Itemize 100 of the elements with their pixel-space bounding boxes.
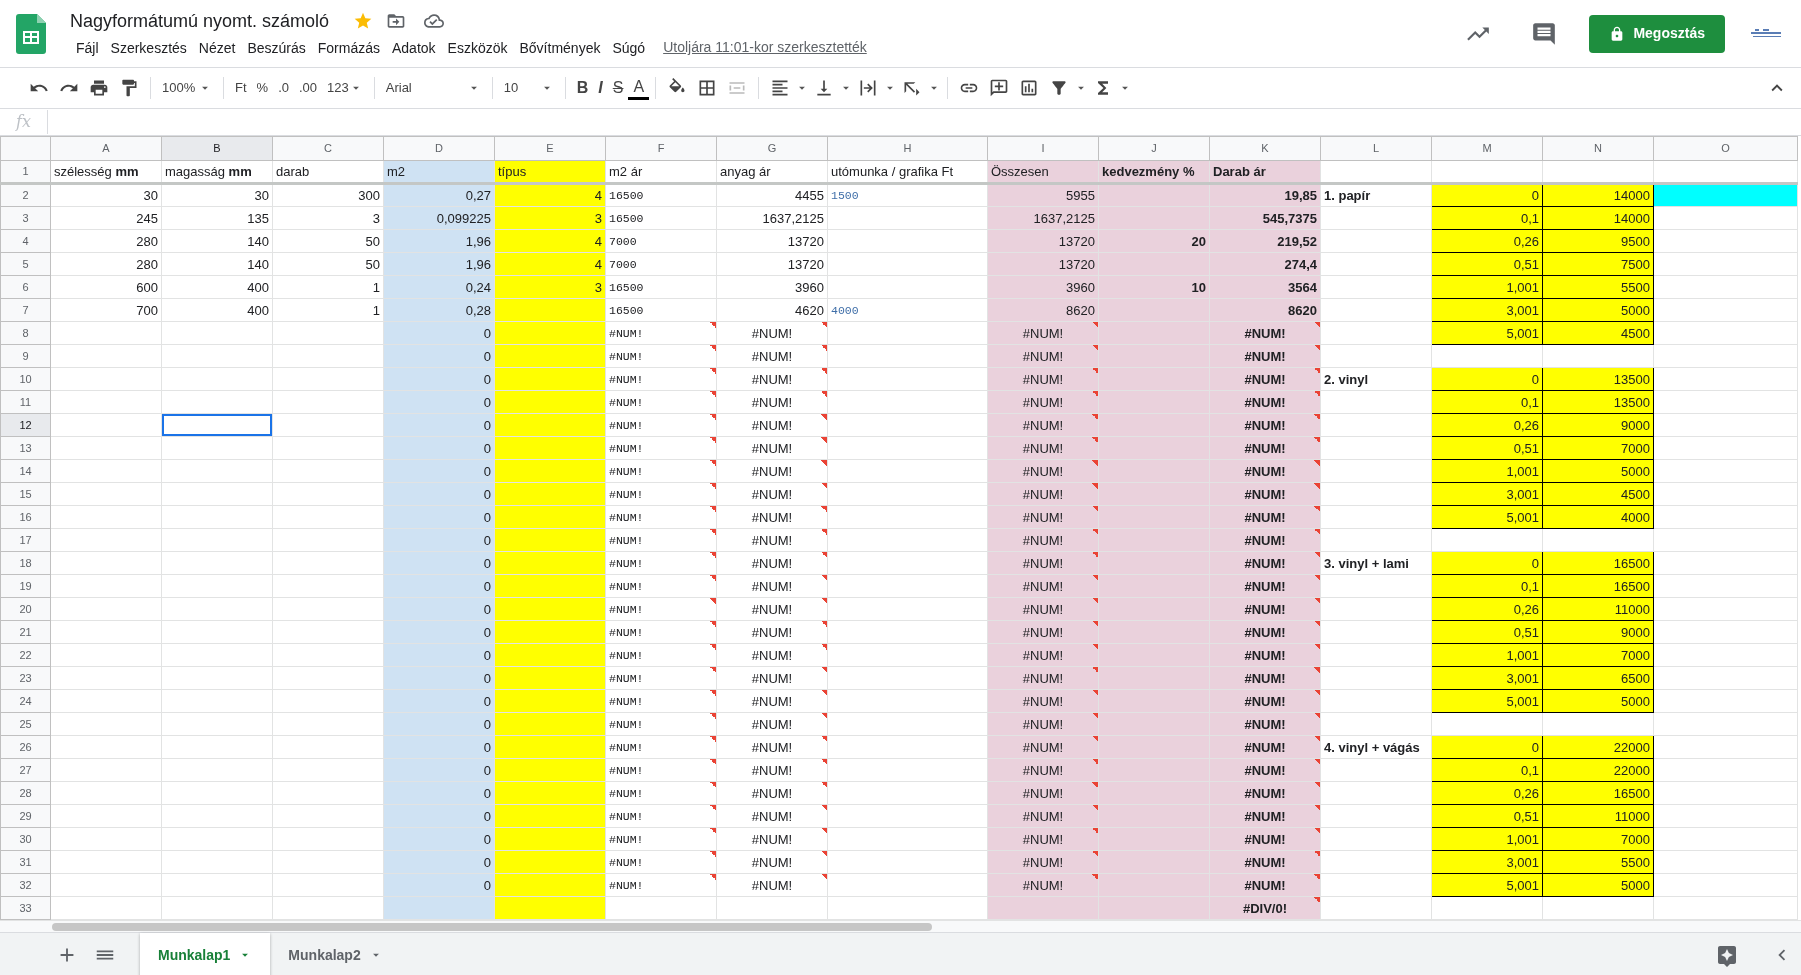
row-header[interactable]: 28 — [0, 781, 51, 805]
sheet-tab[interactable]: Munkalap2 — [270, 932, 401, 975]
row-header[interactable]: 11 — [0, 390, 51, 414]
row-header[interactable]: 24 — [0, 689, 51, 713]
percent-button[interactable]: % — [251, 76, 274, 100]
increase-decimals-button[interactable]: .00 — [293, 76, 323, 100]
zoom-dropdown[interactable]: 100% — [157, 76, 217, 100]
comment-icon[interactable] — [1531, 20, 1558, 47]
row-header[interactable]: 20 — [0, 597, 51, 621]
row-header[interactable]: 13 — [0, 436, 51, 460]
row-header[interactable]: 16 — [0, 505, 51, 529]
column-header[interactable]: B — [161, 136, 273, 161]
menu-item[interactable]: Nézet — [192, 37, 242, 58]
menu-item[interactable]: Beszúrás — [241, 37, 312, 58]
table-cell: 5,001 — [1431, 689, 1543, 713]
row-header[interactable]: 15 — [0, 482, 51, 506]
row-header[interactable]: 29 — [0, 804, 51, 828]
row-header[interactable]: 33 — [0, 896, 51, 920]
table-cell: #NUM! — [1209, 574, 1321, 598]
column-header[interactable]: I — [987, 136, 1099, 161]
chart-icon[interactable] — [1019, 78, 1040, 98]
column-header[interactable]: E — [494, 136, 606, 161]
row-header[interactable]: 4 — [0, 229, 51, 253]
menu-item[interactable]: Bővítmények — [513, 37, 607, 58]
folder-icon[interactable] — [386, 11, 407, 31]
menu-item[interactable]: Formázás — [311, 37, 386, 58]
column-header[interactable]: H — [827, 136, 988, 161]
column-header[interactable]: G — [716, 136, 828, 161]
column-header[interactable]: K — [1209, 136, 1321, 161]
table-cell: #NUM! — [1209, 321, 1321, 345]
font-dropdown[interactable]: Arial — [380, 76, 486, 100]
menu-item[interactable]: Szerkesztés — [104, 37, 193, 58]
decrease-decimals-button[interactable]: .0 — [273, 76, 294, 100]
row-header[interactable]: 19 — [0, 574, 51, 598]
row-header[interactable]: 6 — [0, 275, 51, 299]
column-header[interactable]: O — [1653, 136, 1798, 161]
font-size-dropdown[interactable]: 10 — [498, 76, 559, 100]
menu-item[interactable]: Súgó — [606, 37, 652, 58]
share-button[interactable]: Megosztás — [1589, 14, 1725, 53]
column-header[interactable]: C — [272, 136, 384, 161]
last-edit-link[interactable]: Utoljára 11:01-kor szerkesztették — [663, 37, 867, 58]
table-cell: 3,001 — [1431, 298, 1543, 322]
paint-format-icon[interactable] — [119, 78, 139, 98]
number-format-dropdown[interactable]: 123 — [322, 76, 368, 100]
column-header[interactable]: D — [383, 136, 495, 161]
row-header[interactable]: 18 — [0, 551, 51, 575]
row-header[interactable]: 2 — [0, 183, 51, 207]
row-header[interactable]: 12 — [0, 413, 51, 437]
row-header[interactable]: 32 — [0, 873, 51, 897]
currency-button[interactable]: Ft — [230, 76, 252, 100]
sheets-logo-icon[interactable] — [16, 13, 46, 54]
print-icon[interactable] — [89, 78, 109, 98]
column-header[interactable]: J — [1098, 136, 1210, 161]
row-header[interactable]: 25 — [0, 712, 51, 736]
borders-icon[interactable] — [697, 78, 718, 98]
row-header[interactable]: 7 — [0, 298, 51, 322]
row-header[interactable]: 14 — [0, 459, 51, 483]
column-header[interactable]: M — [1431, 136, 1543, 161]
row-header[interactable]: 5 — [0, 252, 51, 276]
row-header[interactable]: 10 — [0, 367, 51, 391]
strikethrough-button[interactable]: S — [607, 74, 629, 102]
table-cell: #NUM! — [1209, 413, 1321, 437]
table-cell: 274,4 — [1209, 252, 1321, 276]
table-cell: #NUM! — [716, 436, 828, 460]
add-comment-icon[interactable] — [989, 78, 1010, 98]
column-header[interactable]: A — [50, 136, 162, 161]
table-cell: 0 — [383, 574, 495, 598]
row-header[interactable]: 1 — [0, 160, 51, 184]
align-left-icon[interactable] — [770, 78, 791, 98]
row-header[interactable]: 8 — [0, 321, 51, 345]
menu-item[interactable]: Adatok — [386, 37, 442, 58]
document-title[interactable]: Nagyformátumú nyomt. számoló — [70, 9, 330, 33]
row-header[interactable]: 21 — [0, 620, 51, 644]
table-cell: #NUM! — [987, 781, 1099, 805]
scrollbar-thumb[interactable] — [52, 923, 932, 931]
table-cell: 20 — [1098, 229, 1210, 253]
row-header[interactable]: 9 — [0, 344, 51, 368]
row-header[interactable]: 30 — [0, 827, 51, 851]
row-header[interactable]: 23 — [0, 666, 51, 690]
menu-item[interactable]: Fájl — [70, 37, 105, 58]
row-header[interactable]: 22 — [0, 643, 51, 667]
sheet-tab[interactable]: Munkalap1 — [140, 932, 271, 975]
row-header[interactable]: 27 — [0, 758, 51, 782]
column-header[interactable]: F — [605, 136, 717, 161]
row-header[interactable]: 3 — [0, 206, 51, 230]
table-cell: 0 — [383, 827, 495, 851]
italic-button[interactable]: I — [593, 74, 608, 102]
cloud-icon[interactable] — [424, 11, 445, 31]
bold-button[interactable]: B — [571, 74, 594, 102]
text-wrap-icon[interactable] — [858, 78, 879, 98]
table-cell: 140 — [161, 229, 273, 253]
column-header[interactable]: N — [1542, 136, 1654, 161]
row-header[interactable]: 26 — [0, 735, 51, 759]
column-header[interactable]: L — [1320, 136, 1432, 161]
row-header[interactable]: 17 — [0, 528, 51, 552]
table-cell: #NUM! — [987, 643, 1099, 667]
row-header[interactable]: 31 — [0, 850, 51, 874]
menu-item[interactable]: Eszközök — [441, 37, 514, 58]
text-color-button[interactable]: A — [628, 76, 650, 100]
table-cell: 16500 — [1542, 781, 1654, 805]
